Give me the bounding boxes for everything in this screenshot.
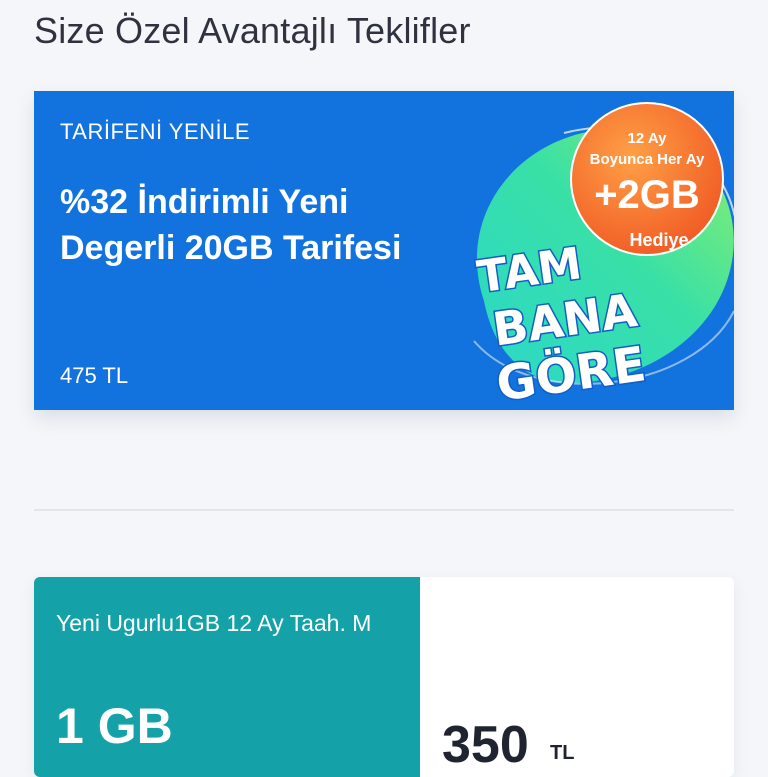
offer-price-panel: 350 TL bbox=[420, 577, 734, 777]
offer-info-panel: Yeni Ugurlu1GB 12 Ay Taah. M 1 GB bbox=[34, 577, 420, 777]
promo-price: 475 TL bbox=[60, 363, 129, 388]
offer-card[interactable]: Yeni Ugurlu1GB 12 Ay Taah. M 1 GB 350 TL bbox=[34, 577, 734, 777]
offer-name: Yeni Ugurlu1GB 12 Ay Taah. M bbox=[56, 610, 372, 636]
offer-currency: TL bbox=[550, 742, 575, 764]
badge-line3: Hediye bbox=[629, 230, 688, 250]
divider bbox=[34, 509, 734, 511]
section-title: Size Özel Avantajlı Teklifler bbox=[34, 10, 471, 51]
badge-line2: Boyunca Her Ay bbox=[590, 151, 705, 168]
promo-kicker: TARİFENİ YENİLE bbox=[60, 119, 251, 144]
promo-title: %32 İndirimli Yeni Degerli 20GB Tarifesi bbox=[60, 183, 402, 267]
offer-price: 350 bbox=[442, 716, 529, 774]
badge-line1: 12 Ay bbox=[628, 130, 668, 147]
promo-card[interactable]: TARİFENİ YENİLE %32 İndirimli Yeni Deger… bbox=[34, 91, 734, 410]
offer-data-amount: 1 GB bbox=[56, 698, 173, 754]
badge-amount: +2GB bbox=[594, 173, 700, 217]
tam-bana-gore-graphic: 12 Ay Boyunca Her Ay +2GB Hediye TAM BAN… bbox=[473, 102, 734, 410]
